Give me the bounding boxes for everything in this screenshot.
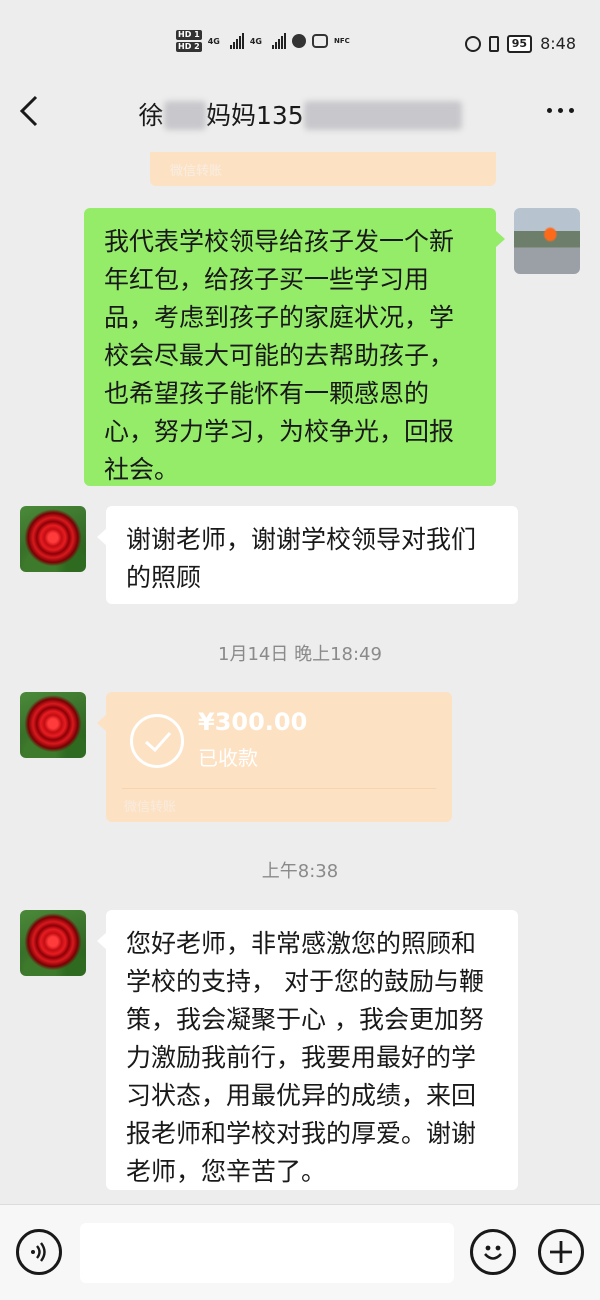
network1-label: 4G bbox=[207, 36, 220, 46]
contact-avatar[interactable] bbox=[20, 910, 86, 976]
more-button[interactable] bbox=[547, 98, 574, 122]
reply-text-2: 您好老师，非常感激您的照顾和学校的支持， 对于您的鼓励与鞭策，我会凝聚于心 ，我… bbox=[126, 929, 484, 1186]
contact-avatar[interactable] bbox=[20, 506, 86, 572]
transfer-card[interactable]: ¥300.00 已收款 微信转账 bbox=[97, 692, 452, 822]
plus-button[interactable] bbox=[538, 1229, 584, 1275]
alarm-icon bbox=[464, 35, 481, 52]
self-message-text: 我代表学校领导给孩子发一个新年红包，给孩子买一些学习用品，考虑到孩子的家庭状况，… bbox=[104, 227, 455, 484]
timestamp-1: 1月14日 晚上18:49 bbox=[218, 644, 382, 665]
vpn-icon bbox=[311, 34, 328, 48]
transfer-amount: ¥300.00 bbox=[198, 708, 308, 736]
transfer-foot-label: 微信转账 bbox=[124, 800, 177, 815]
chat-title: 徐██妈妈135████████ bbox=[0, 96, 600, 132]
check-circle-icon bbox=[130, 714, 184, 768]
reply-bubble-2[interactable]: 您好老师，非常感激您的照顾和学校的支持， 对于您的鼓励与鞭策，我会凝聚于心 ，我… bbox=[97, 910, 518, 1190]
message-input[interactable] bbox=[80, 1223, 454, 1283]
timestamp-2: 上午8:38 bbox=[261, 861, 339, 882]
nfc-icon: NFC bbox=[333, 37, 350, 45]
self-message-bubble[interactable]: 我代表学校领导给孩子发一个新年红包，给孩子买一些学习用品，考虑到孩子的家庭状况，… bbox=[84, 208, 505, 486]
hd1-badge: HD 1 bbox=[176, 30, 202, 40]
signal2-icon bbox=[271, 33, 286, 49]
reply-text-1: 谢谢老师，谢谢学校领导对我们的照顾 bbox=[126, 525, 477, 592]
card-divider bbox=[122, 788, 436, 789]
plus-icon bbox=[550, 1241, 572, 1263]
reply-bubble-1[interactable]: 谢谢老师，谢谢学校领导对我们的照顾 bbox=[97, 506, 518, 604]
shield-icon bbox=[291, 34, 306, 48]
self-avatar[interactable] bbox=[514, 208, 580, 274]
signal1-icon bbox=[229, 33, 244, 49]
more-dots-icon bbox=[547, 107, 552, 113]
emoji-button[interactable] bbox=[470, 1229, 516, 1275]
input-bar bbox=[0, 1204, 600, 1300]
vibrate-icon bbox=[488, 35, 499, 52]
title-prefix: 徐 bbox=[138, 101, 164, 130]
more-dot bbox=[558, 107, 563, 113]
voice-icon bbox=[31, 1242, 46, 1262]
transfer-partial-label: 微信转账 bbox=[170, 164, 223, 179]
transfer-status: 已收款 bbox=[198, 746, 258, 770]
emoji-icon bbox=[484, 1245, 502, 1260]
clock: 8:48 bbox=[540, 34, 576, 53]
contact-avatar[interactable] bbox=[20, 692, 86, 758]
title-mid: 妈妈135 bbox=[205, 101, 304, 130]
more-dot bbox=[569, 107, 574, 113]
check-icon bbox=[145, 732, 172, 753]
status-bar: HD 1 HD 2 4G 4G NFC 95 8:48 bbox=[0, 0, 600, 86]
hd2-badge: HD 2 bbox=[176, 42, 202, 52]
status-right: 95 8:48 bbox=[464, 34, 576, 53]
voice-button[interactable] bbox=[16, 1229, 62, 1275]
chat-header: 徐██妈妈135████████ bbox=[0, 86, 600, 138]
title-blurred-name: ██ bbox=[163, 101, 206, 130]
transfer-card-partial[interactable]: 微信转账 bbox=[150, 152, 496, 186]
network2-label: 4G bbox=[249, 36, 262, 46]
title-blurred-number: ████████ bbox=[303, 101, 462, 130]
status-left: HD 1 HD 2 4G 4G NFC bbox=[176, 30, 350, 52]
battery-icon: 95 bbox=[506, 34, 533, 53]
